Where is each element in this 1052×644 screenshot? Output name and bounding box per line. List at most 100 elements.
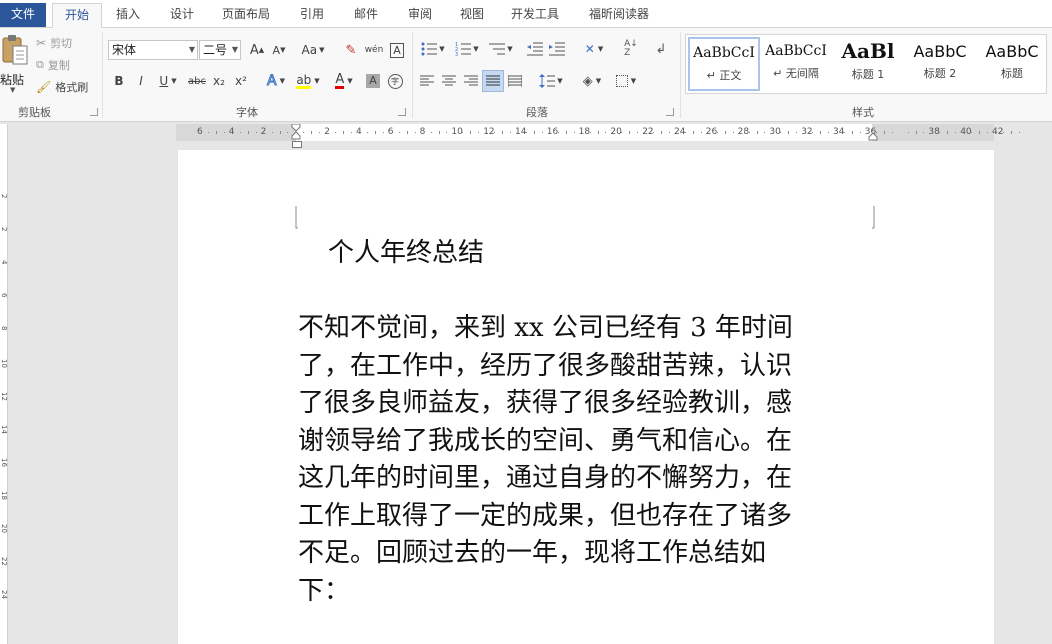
- right-indent-marker-icon[interactable]: [868, 133, 878, 141]
- change-case-icon: Aa: [301, 43, 318, 57]
- style-heading-2[interactable]: AaBbC 标题 2: [904, 37, 976, 91]
- document-paragraph[interactable]: 不知不觉间，来到 xx 公司已经有 3 年时间 了，在工作中，经历了很多酸甜苦辣…: [298, 310, 860, 610]
- distributed-icon: [508, 75, 522, 87]
- format-painter-button[interactable]: 🖌 格式刷: [36, 78, 88, 96]
- show-marks-button[interactable]: ↲: [652, 40, 670, 58]
- align-center-button[interactable]: [440, 72, 458, 90]
- tab-references[interactable]: 引用: [292, 3, 332, 28]
- style-heading-1[interactable]: AaBl 标题 1: [832, 37, 904, 91]
- increase-indent-button[interactable]: [548, 40, 566, 58]
- document-page[interactable]: 个人年终总结 不知不觉间，来到 xx 公司已经有 3 年时间 了，在工作中，经历…: [178, 150, 994, 644]
- cut-label: 剪切: [50, 37, 73, 50]
- ruler-number: 18: [578, 127, 591, 137]
- shading-button[interactable]: ◈ ▼: [578, 72, 606, 90]
- font-dialog-launcher-icon[interactable]: [398, 108, 406, 116]
- justify-button[interactable]: [482, 70, 504, 92]
- ruler-tick: [510, 132, 512, 133]
- ruler-number: 14: [515, 127, 527, 137]
- sort-button[interactable]: A↓ Z: [622, 40, 640, 58]
- line-spacing-button[interactable]: ▼: [536, 72, 566, 90]
- font-name-combo[interactable]: 宋体 ▼: [108, 40, 198, 60]
- style-no-spacing[interactable]: AaBbCcI ↵ 无间隔: [760, 37, 832, 91]
- chinese-layout-button[interactable]: ✕ ▼: [580, 40, 608, 58]
- style-sample: AaBbCcI: [765, 43, 827, 59]
- scissors-icon: ✂: [36, 36, 47, 50]
- clear-formatting-button[interactable]: ✎: [342, 41, 360, 59]
- borders-button[interactable]: ▼: [612, 72, 640, 90]
- tab-mailings[interactable]: 邮件: [346, 3, 386, 28]
- ruler-tick: [621, 132, 623, 133]
- vertical-ruler[interactable]: 2 2 4 6 8 10 12 14 16 18 20 22 24: [0, 124, 8, 644]
- bullets-button[interactable]: ▼: [418, 40, 448, 58]
- underline-button[interactable]: U ▼: [154, 72, 182, 90]
- ruler-tick: [414, 132, 416, 133]
- left-indent-marker-icon[interactable]: [292, 141, 302, 148]
- change-case-button[interactable]: Aa ▼: [298, 41, 328, 59]
- ruler-tick: [366, 132, 368, 133]
- font-size-combo[interactable]: 二号 ▼: [199, 40, 241, 60]
- enclose-characters-button[interactable]: 字: [386, 72, 404, 90]
- font-color-button[interactable]: A ▼: [330, 72, 358, 90]
- tab-developer[interactable]: 开发工具: [502, 3, 568, 28]
- style-normal[interactable]: AaBbCcI ↵ 正文: [688, 37, 760, 91]
- ruler-tick: [438, 131, 440, 134]
- numbering-button[interactable]: 123 ▼: [452, 40, 482, 58]
- numbered-list-icon: 123: [455, 42, 472, 56]
- align-center-icon: [442, 75, 456, 86]
- text-effects-button[interactable]: A ▼: [262, 72, 290, 90]
- phonetic-guide-button[interactable]: wén: [364, 41, 384, 59]
- ruler-number: 18: [0, 491, 8, 500]
- ruler-number: 22: [642, 127, 654, 137]
- tab-page-layout[interactable]: 页面布局: [214, 3, 278, 28]
- tab-file[interactable]: 文件: [0, 3, 46, 27]
- decrease-indent-button[interactable]: [526, 40, 544, 58]
- ruler-number: 12: [0, 392, 8, 401]
- tab-review[interactable]: 审阅: [400, 3, 440, 28]
- ruler-tick: [303, 132, 305, 133]
- style-title[interactable]: AaBbC 标题: [976, 37, 1048, 91]
- horizontal-ruler[interactable]: 6 4 2 2 4 6 8 10 12 14 16 18 20 22 24 26 28 30 32 34 36 38 40 4…: [176, 124, 1020, 141]
- ruler-tick: [828, 132, 830, 133]
- shrink-font-button[interactable]: A ▼: [270, 41, 288, 59]
- bold-button[interactable]: B: [110, 72, 128, 90]
- ruler-tick: [859, 132, 861, 133]
- character-border-button[interactable]: A: [388, 41, 406, 59]
- paste-button[interactable]: 粘贴 ▼: [0, 32, 30, 94]
- multilevel-list-button[interactable]: ▼: [486, 40, 516, 58]
- tab-view[interactable]: 视图: [452, 3, 492, 28]
- ruler-tick: [915, 131, 917, 134]
- strikethrough-button[interactable]: abc: [186, 72, 208, 90]
- grow-font-button[interactable]: A ▲: [248, 41, 266, 59]
- ribbon-home: 粘贴 ▼ ✂ 剪切 ⧉ 复制 🖌 格式刷 剪贴板 宋体 ▼ 二号 ▼ A ▲ A ▼…: [0, 28, 1052, 122]
- character-shading-button[interactable]: A: [364, 72, 382, 90]
- ruler-tick: [255, 132, 257, 133]
- subscript-button[interactable]: x₂: [210, 72, 228, 90]
- superscript-button[interactable]: x²: [232, 72, 250, 90]
- ruler-tick: [589, 132, 591, 133]
- cut-button[interactable]: ✂ 剪切: [36, 34, 72, 52]
- distributed-button[interactable]: [506, 72, 524, 90]
- eraser-icon: ✎: [345, 42, 357, 58]
- italic-button[interactable]: I: [132, 72, 150, 90]
- align-right-button[interactable]: [462, 72, 480, 90]
- copy-button[interactable]: ⧉ 复制: [36, 56, 70, 74]
- tab-home[interactable]: 开始: [52, 3, 102, 28]
- paragraph-line: 工作上取得了一定的成果，但也存在了诸多: [298, 500, 793, 531]
- tab-design[interactable]: 设计: [162, 3, 202, 28]
- clipboard-dialog-launcher-icon[interactable]: [90, 108, 98, 116]
- first-line-indent-marker-icon[interactable]: [291, 124, 301, 140]
- ruler-tick: [573, 132, 575, 133]
- ruler-tick: [716, 132, 718, 133]
- ruler-number: 8: [419, 127, 426, 137]
- align-left-button[interactable]: [418, 72, 436, 90]
- ruler-tick: [684, 132, 686, 133]
- tab-foxit-reader[interactable]: 福昕阅读器: [580, 3, 658, 28]
- ruler-number: 30: [769, 127, 781, 137]
- highlight-color-button[interactable]: ab ▼: [294, 72, 322, 90]
- increase-indent-icon: [549, 42, 565, 56]
- paragraph-dialog-launcher-icon[interactable]: [666, 108, 674, 116]
- document-title[interactable]: 个人年终总结: [328, 232, 484, 269]
- ruler-number: 24: [674, 127, 686, 137]
- style-sample: AaBbC: [913, 42, 967, 61]
- tab-insert[interactable]: 插入: [108, 3, 148, 28]
